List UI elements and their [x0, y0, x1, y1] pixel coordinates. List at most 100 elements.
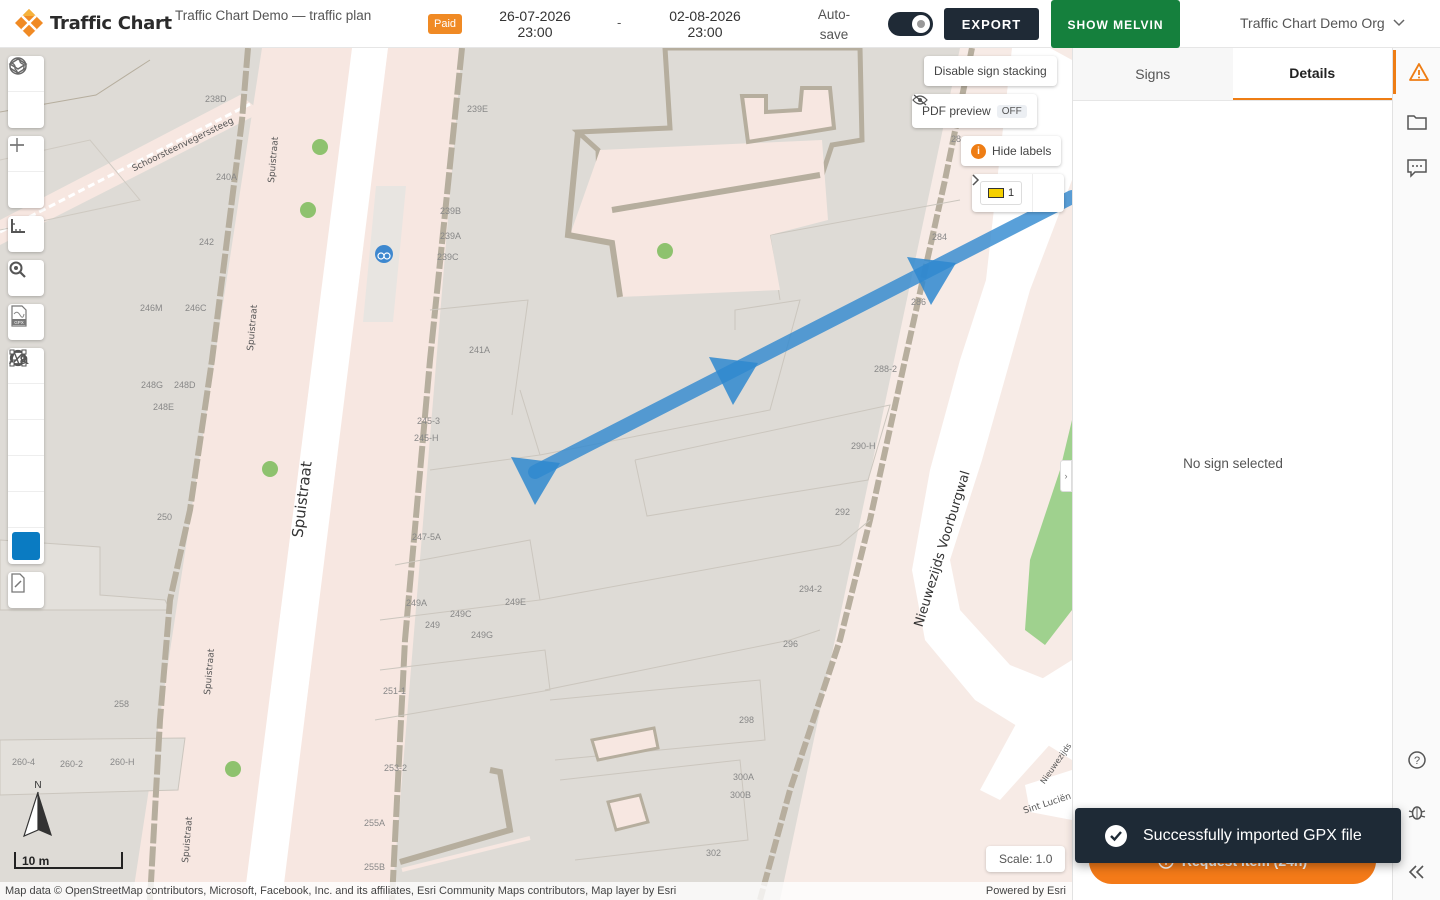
house-number: 260-H [110, 757, 135, 767]
comment-icon [1407, 159, 1427, 178]
north-label: N [34, 780, 41, 791]
logo-icon [15, 9, 43, 37]
house-number: 239E [467, 104, 488, 114]
circle-tool-button[interactable] [8, 349, 44, 456]
scale-bar-label: 10 m [22, 854, 50, 868]
zoom-tools [8, 136, 44, 208]
start-time: 23:00 [517, 24, 553, 40]
house-number: 241A [469, 345, 490, 355]
house-number: 249C [450, 609, 472, 619]
tree [300, 202, 316, 218]
collapse-icon [1408, 865, 1424, 879]
warnings-button[interactable] [1393, 50, 1440, 94]
toast-message: Successfully imported GPX file [1143, 826, 1362, 844]
house-number: 284 [932, 232, 947, 242]
polygon-tool-button[interactable] [8, 349, 44, 492]
house-number: 249A [406, 598, 427, 608]
search-zoom-button[interactable] [8, 260, 44, 296]
logo-text: Traffic Chart [50, 12, 172, 34]
house-number: 251-1 [383, 686, 406, 696]
sign-flag-icon [987, 188, 1004, 198]
hide-labels-button[interactable]: i Hide labels [961, 136, 1062, 166]
house-number: 238D [205, 94, 227, 104]
tab-details[interactable]: Details [1232, 48, 1392, 100]
svg-text:GPX: GPX [14, 320, 24, 325]
edit-tool-group [8, 572, 44, 608]
color-picker-button[interactable] [8, 528, 44, 564]
help-button[interactable]: ? [1393, 738, 1440, 782]
edit-document-button[interactable] [8, 572, 44, 608]
search-zoom-icon [9, 261, 26, 278]
comments-button[interactable] [1393, 146, 1440, 190]
scale-indicator[interactable]: Scale: 1.0 [986, 846, 1066, 872]
help-icon: ? [1408, 751, 1426, 769]
tab-signs[interactable]: Signs [1073, 48, 1233, 100]
color-swatch [12, 532, 40, 560]
end-date: 02-08-2026 [669, 8, 741, 24]
house-number: 292 [835, 507, 850, 517]
next-sign-button[interactable] [972, 174, 1064, 212]
show-melvin-button[interactable]: SHOW MELVIN [1051, 0, 1180, 48]
house-number: 258 [114, 699, 129, 709]
measure-tool-group [8, 216, 44, 252]
powered-by-esri[interactable]: Powered by Esri [986, 882, 1066, 900]
house-number: 249 [425, 620, 440, 630]
end-datetime[interactable]: 02-08-2026 23:00 [660, 8, 750, 40]
folder-icon [1407, 115, 1427, 130]
gpx-import-button[interactable]: GPX [8, 304, 44, 340]
panel-collapse-handle[interactable]: › [1060, 460, 1072, 492]
details-panel: Signs Details No sign selected Request i… [1072, 48, 1392, 900]
sign-count: 1 [1007, 187, 1015, 199]
rectangle-tool-button[interactable] [8, 349, 44, 420]
autosave-toggle[interactable] [888, 12, 933, 36]
measure-icon [11, 219, 25, 233]
house-number: 246C [185, 303, 207, 313]
svg-text:Aa: Aa [9, 351, 29, 368]
export-button[interactable]: EXPORT [944, 8, 1039, 40]
layers-icon [8, 58, 28, 74]
sign-count-chip[interactable]: 1 [980, 181, 1022, 205]
house-number: 253-2 [384, 763, 407, 773]
zoom-out-icon [10, 144, 24, 146]
chevron-right-icon [972, 174, 980, 186]
disable-stacking-button[interactable]: Disable sign stacking [924, 56, 1057, 86]
folder-button[interactable] [1393, 100, 1440, 144]
pdf-preview-toggle[interactable]: PDF preview OFF [912, 94, 1037, 128]
house-number: 239B [440, 206, 461, 216]
plan-title[interactable]: Traffic Chart Demo — traffic plan [175, 8, 395, 24]
house-number: 255B [364, 862, 385, 872]
svg-text:?: ? [1414, 755, 1420, 767]
house-number: 240A [216, 172, 237, 182]
panel-tabs: Signs Details [1073, 48, 1392, 101]
house-number: 290-H [851, 441, 876, 451]
gpx-tool-group: GPX [8, 304, 44, 340]
measure-button[interactable] [8, 216, 44, 252]
house-number: 247-5A [412, 532, 441, 542]
org-selector[interactable]: Traffic Chart Demo Org [1240, 15, 1405, 31]
edit-document-icon [11, 573, 25, 593]
house-number: 255A [364, 818, 385, 828]
text-tool-icon: Aa [9, 351, 29, 368]
house-number: 249G [471, 630, 493, 640]
success-toast: Successfully imported GPX file [1075, 808, 1401, 863]
tree [262, 461, 278, 477]
house-number: 246M [140, 303, 163, 313]
start-datetime[interactable]: 26-07-2026 23:00 [490, 8, 580, 40]
house-number: 249E [505, 597, 526, 607]
house-number: 248G [141, 380, 163, 390]
eye-off-icon [912, 94, 928, 106]
zoom-out-button[interactable] [8, 144, 44, 208]
disable-stacking-label: Disable sign stacking [934, 64, 1047, 78]
warning-icon [1408, 63, 1429, 81]
layers-button[interactable] [8, 58, 44, 128]
house-number: 248E [153, 402, 174, 412]
tree [225, 761, 241, 777]
text-tool-button[interactable]: Aa [8, 351, 44, 528]
app-logo[interactable]: Traffic Chart [14, 8, 172, 38]
chevron-down-icon [1393, 19, 1405, 27]
house-number: 239A [440, 231, 461, 241]
info-icon: i [971, 143, 986, 159]
no-sign-selected-message: No sign selected [1183, 456, 1283, 471]
house-number: 245-3 [417, 416, 440, 426]
map-canvas[interactable]: Spuistraat Spuistraat Spuistraat Spuistr… [0, 48, 1072, 900]
